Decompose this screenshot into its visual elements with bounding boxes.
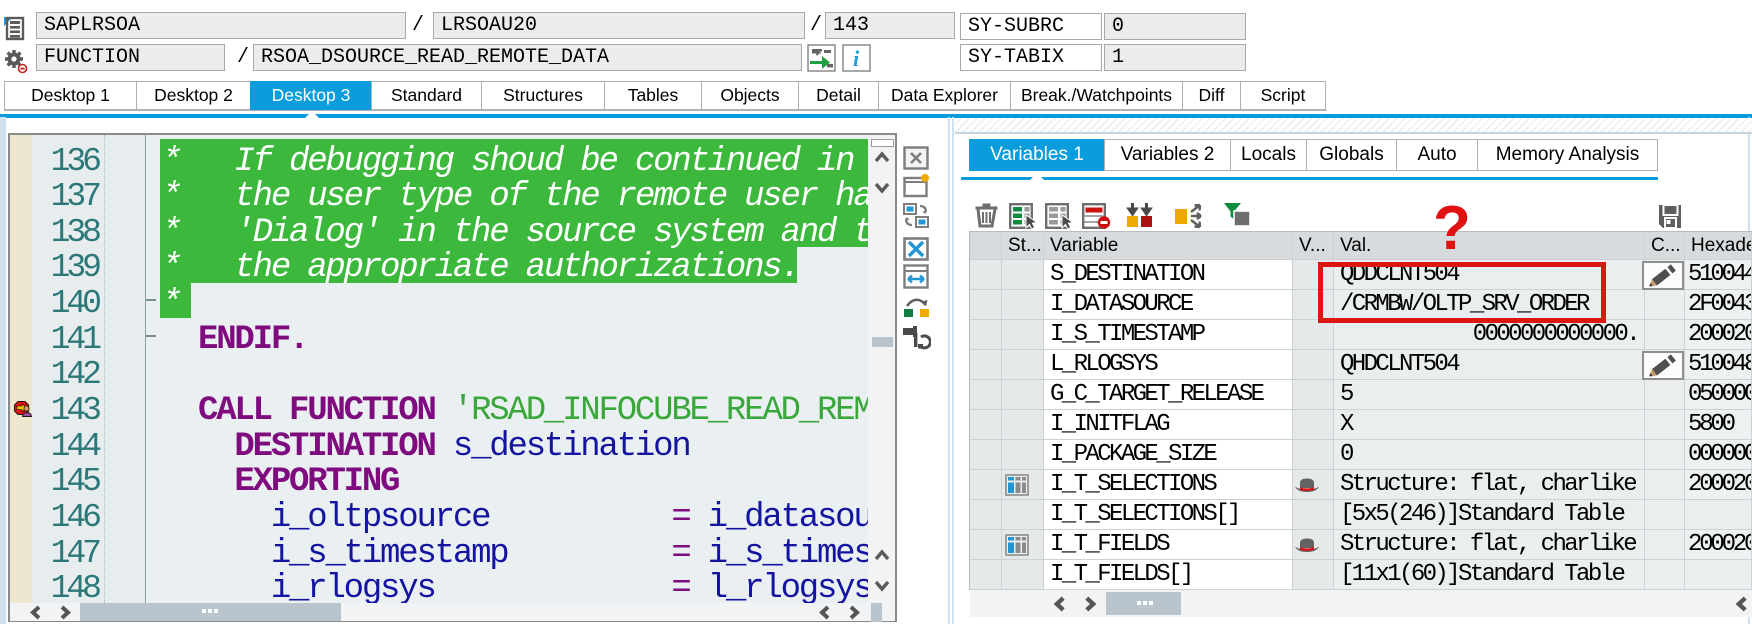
svg-text:i: i — [853, 46, 860, 71]
